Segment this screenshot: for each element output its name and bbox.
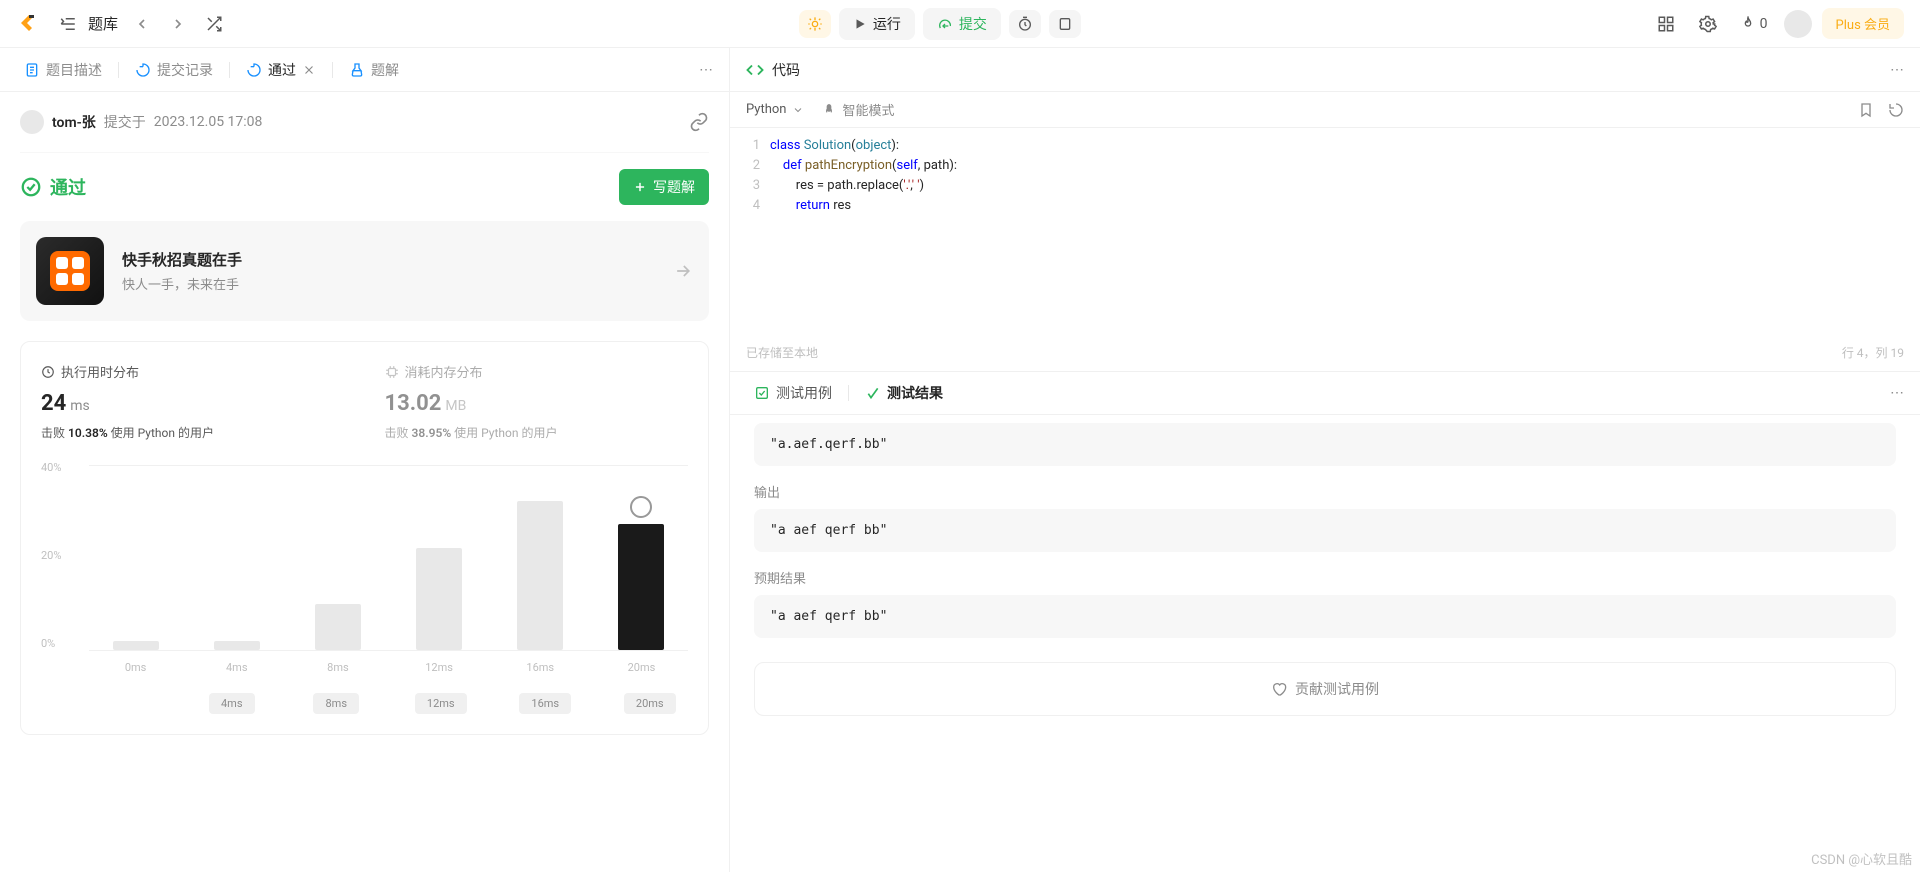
chip-4ms[interactable]: 4ms: [209, 693, 255, 714]
run-label: 运行: [873, 14, 901, 34]
code-header: 代码 ⋯: [730, 48, 1920, 92]
status-accepted: 通过: [20, 174, 86, 200]
streak-count: 0: [1760, 16, 1768, 32]
chip-20ms[interactable]: 20ms: [624, 693, 676, 714]
tab-solutions[interactable]: 题解: [341, 54, 407, 86]
submitted-at-prefix: 提交于: [104, 112, 146, 132]
code-editor[interactable]: 1234 class Solution(object): def pathEnc…: [730, 128, 1920, 338]
watermark: CSDN @心软且酷: [1811, 849, 1912, 868]
memory-stat[interactable]: 消耗内存分布 13.02MB 击败 38.95% 使用 Python 的用户: [385, 362, 689, 441]
arrow-right-icon: [673, 261, 693, 281]
left-tabs: 题目描述 提交记录 通过 题解 ⋯: [0, 48, 729, 92]
bar-12ms[interactable]: [416, 548, 462, 650]
test-more-button[interactable]: ⋯: [1890, 385, 1904, 401]
streak-button[interactable]: 0: [1734, 8, 1774, 40]
language-select[interactable]: Python: [746, 102, 804, 117]
stats-card: 执行用时分布 24ms 击败 10.38% 使用 Python 的用户 消耗内存…: [20, 341, 709, 735]
bar-0ms[interactable]: [113, 641, 159, 650]
author-name[interactable]: tom-张: [52, 112, 96, 132]
ytick-20: 20%: [41, 549, 61, 562]
tab-accepted[interactable]: 通过: [238, 54, 324, 86]
runtime-stat[interactable]: 执行用时分布 24ms 击败 10.38% 使用 Python 的用户: [41, 362, 345, 441]
code-toolbar: Python 智能模式: [730, 92, 1920, 128]
ytick-40: 40%: [41, 461, 61, 474]
plus-chip[interactable]: Plus 会员: [1822, 8, 1904, 39]
chip-12ms[interactable]: 12ms: [415, 693, 467, 714]
bar-20ms[interactable]: [618, 524, 664, 650]
bar-4ms[interactable]: [214, 641, 260, 650]
main: 题目描述 提交记录 通过 题解 ⋯ tom-张: [0, 48, 1920, 872]
run-button[interactable]: 运行: [839, 8, 915, 40]
settings-button[interactable]: [1692, 8, 1724, 40]
debug-button[interactable]: [799, 10, 831, 38]
run-controls: 运行 提交: [799, 8, 1081, 40]
promo-image: [36, 237, 104, 305]
list-toggle-icon[interactable]: [52, 8, 84, 40]
chip-16ms[interactable]: 16ms: [519, 693, 571, 714]
topbar-right: 0 Plus 会员: [1650, 8, 1904, 40]
code-title: 代码: [772, 60, 800, 80]
reset-button[interactable]: [1888, 102, 1904, 118]
next-problem-button[interactable]: [162, 8, 194, 40]
line-gutter: 1234: [730, 128, 770, 338]
notes-button[interactable]: [1049, 10, 1081, 38]
avatar[interactable]: [1784, 10, 1812, 38]
promo-subtitle: 快人一手，未来在手: [122, 274, 242, 293]
left-pane: 题目描述 提交记录 通过 题解 ⋯ tom-张: [0, 48, 730, 872]
submit-button[interactable]: 提交: [923, 8, 1001, 40]
bar-16ms[interactable]: [517, 501, 563, 650]
tab-testresults[interactable]: 测试结果: [857, 377, 951, 409]
submission-meta: tom-张 提交于 2023.12.05 17:08: [20, 92, 709, 153]
close-icon[interactable]: [302, 63, 316, 77]
smart-mode[interactable]: 智能模式: [822, 100, 894, 119]
code-body: class Solution(object): def pathEncrypti…: [770, 128, 957, 338]
bar-8ms[interactable]: [315, 604, 361, 651]
right-pane: 代码 ⋯ Python 智能模式 1234 class Solution(obj…: [730, 48, 1920, 872]
contribute-testcase-button[interactable]: 贡献测试用例: [754, 662, 1896, 716]
write-solution-button[interactable]: 写题解: [619, 169, 709, 205]
editor-status: 已存储至本地 行 4，列 19: [730, 338, 1920, 371]
test-body: "a.aef.qerf.bb" 输出 "a aef qerf bb" 预期结果 …: [730, 415, 1920, 872]
expected-box[interactable]: "a aef qerf bb": [754, 595, 1896, 638]
runtime-chart: 40% 20% 0% 0ms4ms8ms12ms16ms20ms: [41, 461, 688, 681]
bookmark-button[interactable]: [1858, 102, 1874, 118]
promo-title: 快手秋招真题在手: [122, 249, 242, 270]
chart-chips: 4ms 8ms 12ms 16ms 20ms: [41, 681, 688, 714]
ytick-0: 0%: [41, 637, 55, 650]
prev-problem-button[interactable]: [126, 8, 158, 40]
timer-button[interactable]: [1009, 10, 1041, 38]
tab-testcases[interactable]: 测试用例: [746, 377, 840, 409]
tab-submissions[interactable]: 提交记录: [127, 54, 221, 86]
input-box[interactable]: "a.aef.qerf.bb": [754, 423, 1896, 466]
library-link[interactable]: 题库: [88, 13, 118, 34]
more-button[interactable]: ⋯: [699, 62, 713, 78]
submitted-at: 2023.12.05 17:08: [154, 114, 263, 130]
submit-label: 提交: [959, 14, 987, 34]
output-box[interactable]: "a aef qerf bb": [754, 509, 1896, 552]
expected-label: 预期结果: [754, 568, 1896, 587]
code-more-button[interactable]: ⋯: [1890, 62, 1904, 78]
topbar: 题库 运行 提交 0 Plus 会员: [0, 0, 1920, 48]
shuffle-button[interactable]: [198, 8, 230, 40]
tab-description[interactable]: 题目描述: [16, 54, 110, 86]
layout-button[interactable]: [1650, 8, 1682, 40]
author-avatar[interactable]: [20, 110, 44, 134]
test-tabs: 测试用例 测试结果 ⋯: [730, 371, 1920, 415]
promo-card[interactable]: 快手秋招真题在手 快人一手，未来在手: [20, 221, 709, 321]
output-label: 输出: [754, 482, 1896, 501]
chip-8ms[interactable]: 8ms: [313, 693, 359, 714]
leetcode-logo-icon[interactable]: [16, 12, 40, 36]
you-marker: [630, 496, 652, 518]
permalink-icon[interactable]: [689, 112, 709, 132]
